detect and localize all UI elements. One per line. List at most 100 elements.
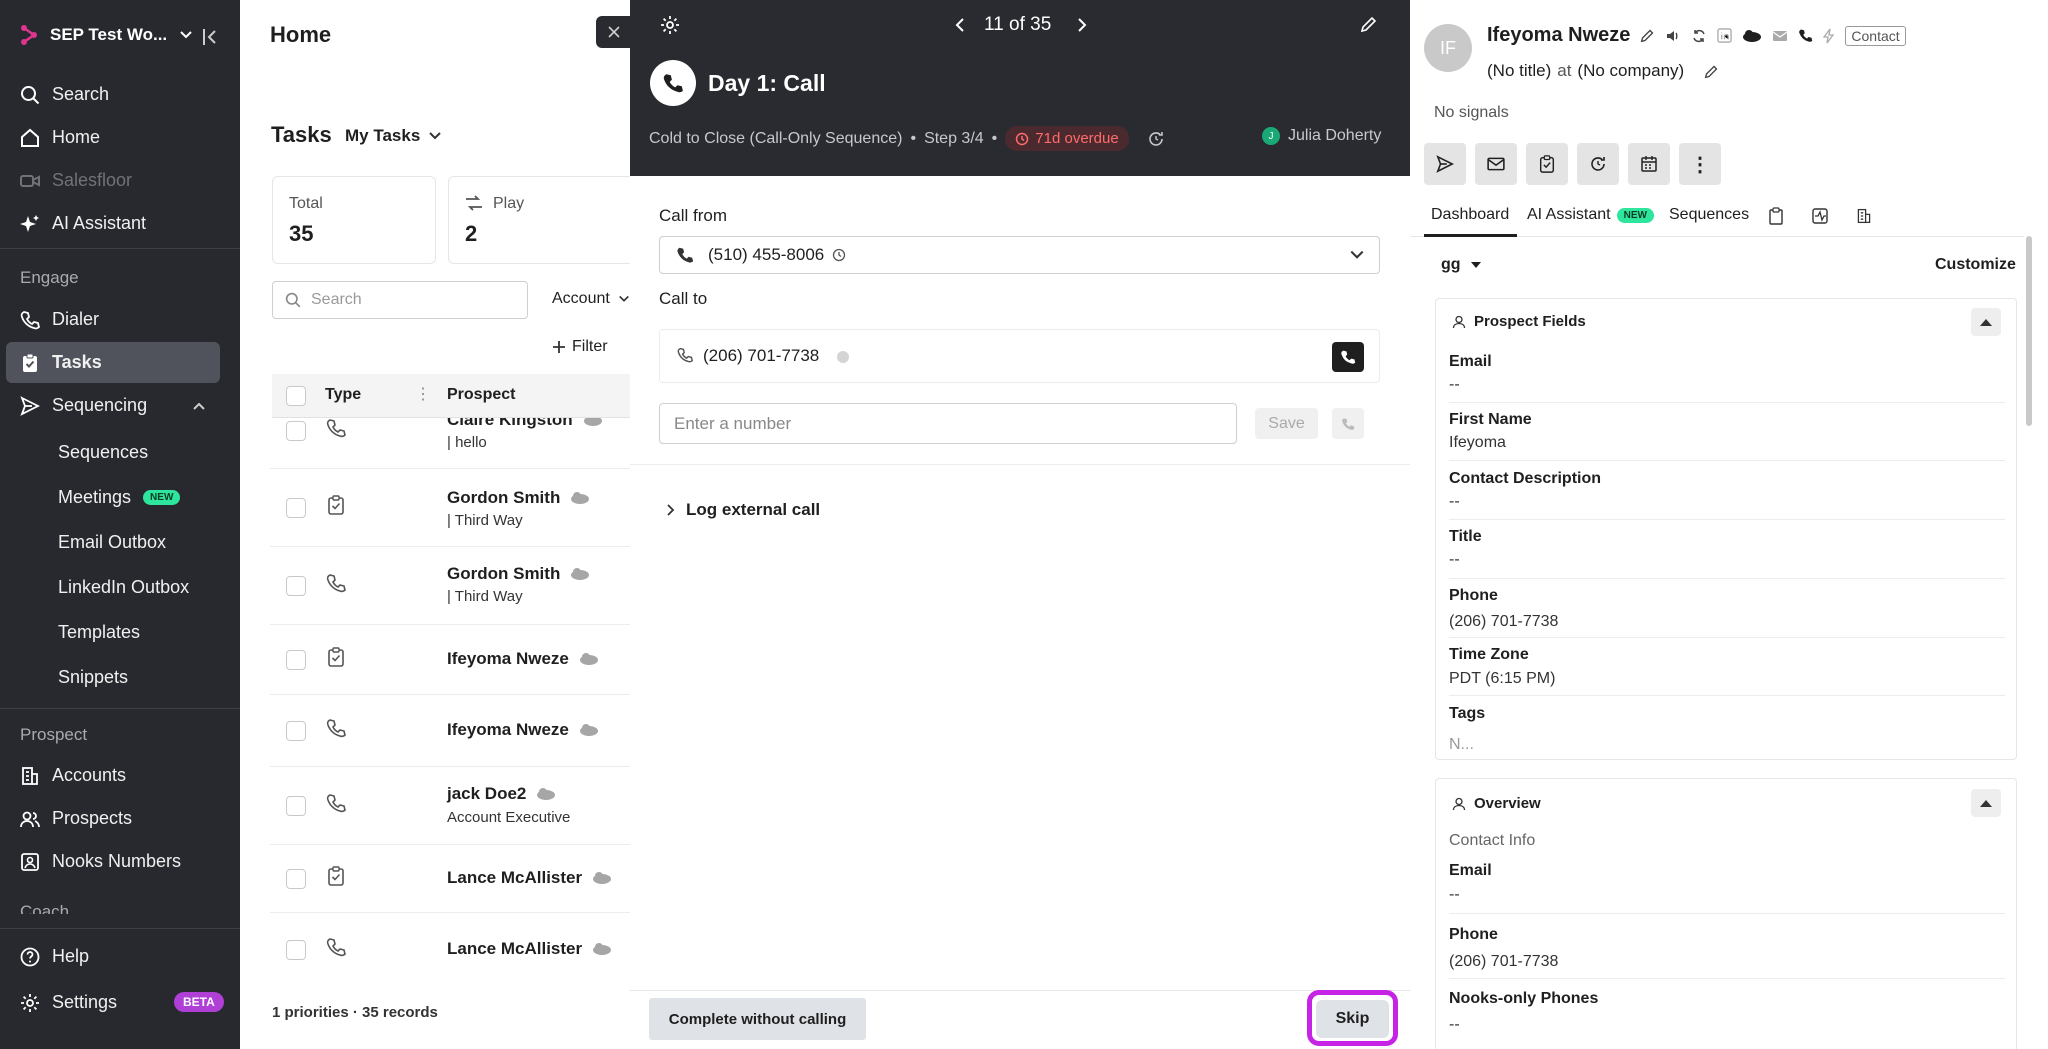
- account-filter[interactable]: Account: [552, 290, 630, 308]
- manual-number-input[interactable]: Enter a number: [659, 403, 1237, 444]
- filter-button[interactable]: Filter: [552, 338, 608, 356]
- nav-snippets[interactable]: Snippets: [58, 667, 128, 688]
- company-tab-icon[interactable]: [1856, 207, 1872, 225]
- reschedule-icon[interactable]: [1147, 130, 1165, 148]
- close-panel-button[interactable]: [596, 16, 632, 48]
- phone-icon[interactable]: [1798, 28, 1813, 43]
- column-type-header[interactable]: Type: [325, 386, 361, 404]
- tab-ai-assistant[interactable]: AI Assistant NEW: [1527, 206, 1654, 224]
- table-row-prospect[interactable]: Lance McAllister: [447, 868, 612, 888]
- workspace-switcher[interactable]: SEP Test Wo...: [20, 24, 193, 46]
- email-icon[interactable]: [1772, 29, 1788, 43]
- search-input[interactable]: Search: [272, 281, 528, 319]
- row-checkbox[interactable]: [286, 940, 306, 960]
- calendar-button[interactable]: [1628, 143, 1670, 185]
- row-checkbox[interactable]: [286, 421, 306, 441]
- sync-icon[interactable]: [1691, 28, 1707, 44]
- dial-manual-button[interactable]: [1332, 408, 1364, 439]
- salesforce-cloud-icon[interactable]: [1742, 29, 1762, 43]
- phone-icon: [663, 74, 683, 93]
- nav-email-outbox[interactable]: Email Outbox: [58, 532, 166, 553]
- play-card[interactable]: Play 2: [448, 176, 630, 264]
- more-actions-button[interactable]: ⋮: [1679, 143, 1721, 185]
- collapse-prospect-fields-button[interactable]: [1971, 308, 2001, 336]
- gear-icon[interactable]: [660, 15, 680, 35]
- nav-home[interactable]: Home: [20, 127, 100, 148]
- row-checkbox[interactable]: [286, 498, 306, 518]
- caret-up-icon: [1980, 318, 1992, 326]
- add-task-button[interactable]: [1526, 143, 1568, 185]
- table-row-prospect[interactable]: Gordon Smith: [447, 488, 590, 508]
- nav-sequencing[interactable]: Sequencing: [20, 395, 206, 416]
- view-selector[interactable]: gg: [1441, 256, 1481, 274]
- save-number-button[interactable]: Save: [1255, 408, 1318, 439]
- nav-salesfloor[interactable]: Salesfloor: [20, 170, 132, 191]
- email-button[interactable]: [1475, 143, 1517, 185]
- my-tasks-dropdown[interactable]: My Tasks: [345, 126, 442, 146]
- log-external-call-toggle[interactable]: Log external call: [666, 500, 820, 520]
- next-task-icon[interactable]: [1076, 17, 1088, 33]
- row-checkbox[interactable]: [286, 796, 306, 816]
- owner-avatar: J: [1262, 127, 1280, 145]
- table-row-prospect[interactable]: Gordon Smith: [447, 564, 590, 584]
- send-sequence-button[interactable]: [1424, 143, 1466, 185]
- nav-meetings[interactable]: Meetings NEW: [58, 487, 181, 508]
- nav-settings[interactable]: Settings: [20, 992, 117, 1013]
- nav-nooks-numbers[interactable]: Nooks Numbers: [20, 851, 181, 872]
- column-prospect-header[interactable]: Prospect: [447, 386, 515, 404]
- notes-tab-icon[interactable]: [1768, 207, 1784, 225]
- volume-icon[interactable]: [1665, 28, 1681, 44]
- reschedule-button[interactable]: [1577, 143, 1619, 185]
- nav-tasks[interactable]: Tasks: [20, 352, 102, 373]
- table-row-prospect[interactable]: Lance McAllister: [447, 939, 612, 959]
- send-icon: [20, 395, 40, 416]
- skip-button[interactable]: Skip: [1316, 1000, 1389, 1038]
- table-row-prospect[interactable]: Ifeyoma Nweze: [447, 720, 599, 740]
- table-row-prospect[interactable]: jack Doe2: [447, 784, 556, 804]
- row-checkbox[interactable]: [286, 576, 306, 596]
- edit-pencil-icon[interactable]: [1360, 15, 1378, 33]
- call-from-select[interactable]: (510) 455-8006: [659, 236, 1380, 274]
- previous-task-icon[interactable]: [954, 17, 966, 33]
- column-menu-icon[interactable]: ⋮: [415, 384, 431, 404]
- salesforce-cloud-icon: [593, 872, 612, 884]
- total-card: Total 35: [272, 176, 436, 264]
- lightning-icon[interactable]: [1823, 28, 1835, 44]
- task-owner[interactable]: J Julia Doherty: [1262, 127, 1381, 145]
- tab-dashboard[interactable]: Dashboard: [1431, 206, 1509, 224]
- activity-tab-icon[interactable]: [1812, 207, 1828, 225]
- send-icon: [1436, 155, 1454, 173]
- tab-sequences[interactable]: Sequences: [1669, 206, 1749, 224]
- nav-sequences[interactable]: Sequences: [58, 442, 148, 463]
- nav-accounts[interactable]: Accounts: [20, 765, 126, 786]
- sequence-name[interactable]: Cold to Close (Call-Only Sequence): [649, 130, 902, 148]
- row-checkbox[interactable]: [286, 869, 306, 889]
- nav-linkedin-outbox[interactable]: LinkedIn Outbox: [58, 577, 189, 598]
- linkedin-icon[interactable]: [1717, 28, 1733, 43]
- edit-pencil-icon[interactable]: [1704, 64, 1719, 79]
- task-title: Day 1: Call: [708, 70, 826, 96]
- table-row-prospect[interactable]: Claire Kingston: [447, 418, 603, 430]
- scrollbar-thumb[interactable]: [2026, 236, 2032, 426]
- row-checkbox[interactable]: [286, 650, 306, 670]
- select-all-checkbox[interactable]: [286, 386, 306, 406]
- complete-without-calling-button[interactable]: Complete without calling: [649, 998, 866, 1040]
- table-row-prospect[interactable]: Ifeyoma Nweze: [447, 649, 599, 669]
- nav-search[interactable]: Search: [20, 84, 109, 105]
- row-checkbox[interactable]: [286, 721, 306, 741]
- call-to-number[interactable]: (206) 701-7738: [703, 346, 819, 366]
- collapse-sidebar-button[interactable]: [202, 28, 218, 46]
- customize-button[interactable]: Customize: [1935, 256, 2016, 274]
- total-count: 35: [289, 221, 314, 246]
- dial-button[interactable]: [1332, 342, 1364, 372]
- nav-ai-assistant[interactable]: AI Assistant: [20, 213, 146, 234]
- nav-dialer[interactable]: Dialer: [20, 309, 99, 330]
- collapse-overview-button[interactable]: [1971, 789, 2001, 817]
- nav-help[interactable]: Help: [20, 946, 89, 967]
- chevron-down-icon: [1350, 250, 1364, 259]
- nav-templates[interactable]: Templates: [58, 622, 140, 643]
- edit-pencil-icon[interactable]: [1640, 28, 1655, 43]
- nav-prospects[interactable]: Prospects: [20, 808, 132, 829]
- clipboard-check-icon: [23, 353, 37, 372]
- clock-icon: [833, 248, 846, 262]
